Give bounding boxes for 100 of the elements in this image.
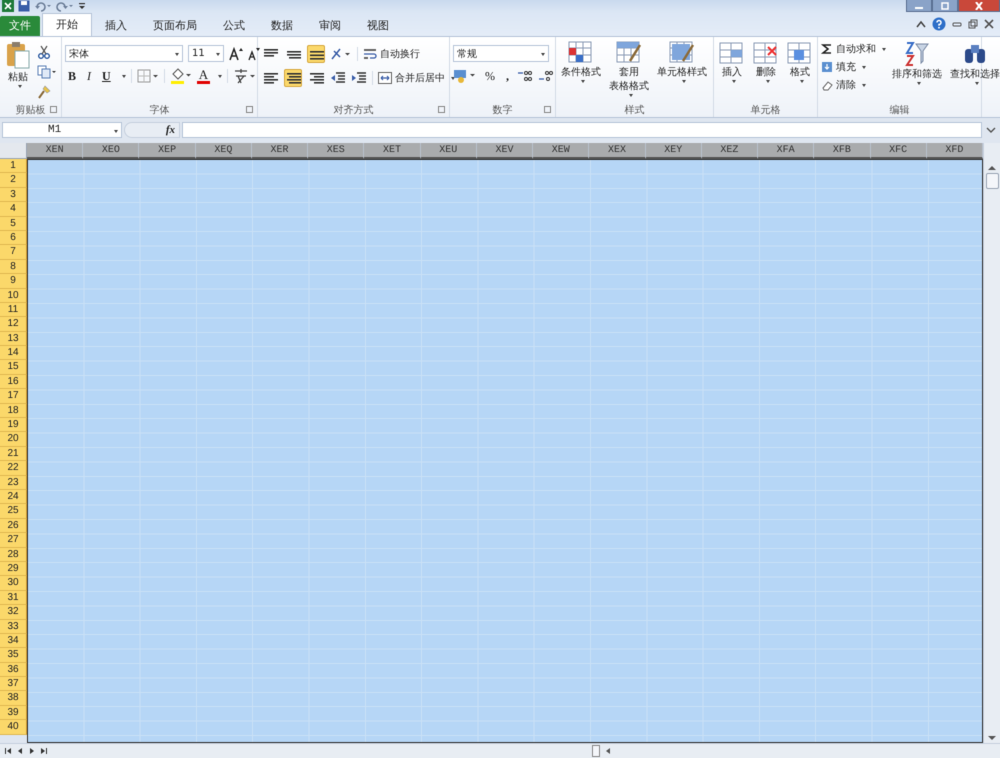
scissors-icon[interactable] bbox=[37, 45, 51, 59]
ribbon-tab[interactable]: 插入 bbox=[92, 16, 140, 36]
ribbon-tab[interactable]: 文件 bbox=[0, 16, 40, 36]
last-sheet-icon[interactable] bbox=[40, 747, 48, 755]
next-sheet-icon[interactable] bbox=[28, 747, 36, 755]
editing-button[interactable]: 排序和筛选 bbox=[890, 39, 944, 87]
phonetic-guide-icon[interactable] bbox=[233, 68, 258, 84]
paste-button[interactable]: 粘贴 bbox=[3, 39, 33, 90]
fill-color-icon[interactable] bbox=[170, 68, 192, 84]
row-header[interactable]: 26 bbox=[0, 518, 27, 534]
row-header[interactable]: 15 bbox=[0, 360, 27, 375]
row-header[interactable]: 29 bbox=[0, 562, 27, 576]
ribbon-tab[interactable]: 视图 bbox=[354, 16, 402, 36]
column-header[interactable]: XER bbox=[252, 143, 308, 159]
ribbon-tab[interactable]: 开始 bbox=[42, 13, 92, 36]
italic-button[interactable]: I bbox=[84, 68, 94, 84]
row-header[interactable]: 10 bbox=[0, 288, 27, 303]
row-header[interactable]: 20 bbox=[0, 432, 27, 447]
row-header[interactable]: 38 bbox=[0, 691, 27, 706]
borders-icon[interactable] bbox=[136, 69, 159, 83]
insert-function-button[interactable]: fx bbox=[166, 124, 175, 136]
decrease-decimal-icon[interactable] bbox=[538, 69, 554, 83]
vertical-scrollbar[interactable] bbox=[983, 143, 1000, 743]
format-painter-icon[interactable] bbox=[37, 85, 51, 99]
minimize-icon[interactable] bbox=[952, 20, 962, 28]
row-header[interactable]: 34 bbox=[0, 634, 27, 648]
maximize-button[interactable] bbox=[932, 0, 958, 12]
restore-icon[interactable] bbox=[968, 19, 978, 29]
column-header[interactable]: XEV bbox=[476, 143, 534, 159]
row-header[interactable]: 25 bbox=[0, 504, 27, 519]
row-header[interactable]: 19 bbox=[0, 418, 27, 432]
row-header[interactable]: 40 bbox=[0, 720, 27, 735]
column-header[interactable]: XET bbox=[364, 143, 421, 159]
cell-grid[interactable] bbox=[27, 159, 983, 743]
customize-icon[interactable] bbox=[78, 1, 86, 11]
dialog-launcher-icon[interactable] bbox=[246, 106, 253, 113]
row-header[interactable]: 32 bbox=[0, 605, 27, 620]
ribbon-tab[interactable]: 公式 bbox=[210, 16, 258, 36]
column-header[interactable]: XES bbox=[308, 143, 364, 159]
column-header[interactable]: XEN bbox=[27, 143, 84, 159]
wrap-text-button[interactable]: 自动换行 bbox=[363, 47, 420, 61]
ribbon-tab[interactable]: 数据 bbox=[258, 16, 306, 36]
grow-font-icon[interactable] bbox=[229, 46, 243, 60]
column-header[interactable]: XEY bbox=[646, 143, 702, 159]
style-button[interactable]: 条件格式 bbox=[559, 39, 603, 85]
row-header[interactable]: 3 bbox=[0, 188, 27, 202]
editing-button[interactable]: 查找和选择 bbox=[948, 39, 1000, 87]
percent-button[interactable]: % bbox=[482, 68, 498, 84]
font-family-dropdown[interactable]: 宋体 bbox=[65, 45, 183, 62]
row-header[interactable]: 28 bbox=[0, 548, 27, 562]
row-header[interactable]: 12 bbox=[0, 317, 27, 332]
row-header[interactable]: 17 bbox=[0, 389, 27, 404]
name-box[interactable]: M1 bbox=[2, 122, 122, 138]
close-icon[interactable] bbox=[984, 19, 994, 29]
bold-button[interactable]: B bbox=[65, 68, 80, 84]
column-header[interactable]: XEW bbox=[533, 143, 590, 159]
dialog-launcher-icon[interactable] bbox=[438, 106, 445, 113]
row-header[interactable]: 33 bbox=[0, 620, 27, 634]
row-header[interactable]: 30 bbox=[0, 576, 27, 591]
row-header[interactable]: 27 bbox=[0, 533, 27, 548]
shrink-font-icon[interactable] bbox=[248, 46, 260, 60]
row-header[interactable]: 11 bbox=[0, 302, 27, 318]
ribbon-tab[interactable]: 审阅 bbox=[306, 16, 354, 36]
first-sheet-icon[interactable] bbox=[4, 747, 12, 755]
row-header[interactable]: 4 bbox=[0, 202, 27, 217]
editing-button[interactable]: 填充 bbox=[821, 60, 886, 74]
row-header[interactable]: 37 bbox=[0, 677, 27, 692]
align-button[interactable] bbox=[307, 45, 325, 63]
orientation-icon[interactable] bbox=[330, 47, 352, 61]
row-header[interactable]: 35 bbox=[0, 648, 27, 663]
column-header[interactable]: XFD bbox=[926, 143, 983, 159]
row-header[interactable]: 9 bbox=[0, 274, 27, 289]
undo-icon[interactable] bbox=[34, 0, 52, 12]
editing-button[interactable]: 自动求和 bbox=[821, 42, 886, 56]
currency-icon[interactable] bbox=[453, 68, 477, 84]
editing-button[interactable]: 清除 bbox=[821, 78, 886, 92]
row-header[interactable]: 36 bbox=[0, 662, 27, 678]
row-header[interactable]: 18 bbox=[0, 404, 27, 418]
column-header[interactable]: XEP bbox=[139, 143, 196, 159]
scroll-left-icon[interactable] bbox=[604, 747, 612, 755]
column-header[interactable]: XEU bbox=[420, 143, 477, 159]
previous-sheet-icon[interactable] bbox=[16, 747, 24, 755]
scroll-thumb[interactable] bbox=[592, 745, 600, 757]
row-header[interactable]: 7 bbox=[0, 245, 27, 260]
row-header[interactable]: 21 bbox=[0, 446, 27, 462]
minimize-button[interactable] bbox=[906, 0, 932, 12]
column-header[interactable]: XEZ bbox=[702, 143, 758, 159]
column-header[interactable]: XEX bbox=[589, 143, 646, 159]
column-header[interactable]: XFA bbox=[758, 143, 814, 159]
row-header[interactable]: 8 bbox=[0, 260, 27, 274]
column-header[interactable]: XFB bbox=[814, 143, 871, 159]
cells-button[interactable]: 插入 bbox=[717, 39, 747, 85]
cells-button[interactable]: 格式 bbox=[785, 39, 815, 85]
row-header[interactable]: 22 bbox=[0, 461, 27, 476]
formula-input[interactable] bbox=[182, 122, 982, 138]
row-header[interactable]: 14 bbox=[0, 346, 27, 360]
font-color-button[interactable]: A bbox=[196, 68, 210, 84]
column-header[interactable]: XEO bbox=[83, 143, 140, 159]
align-button[interactable] bbox=[284, 69, 302, 87]
scroll-thumb[interactable] bbox=[986, 173, 998, 189]
